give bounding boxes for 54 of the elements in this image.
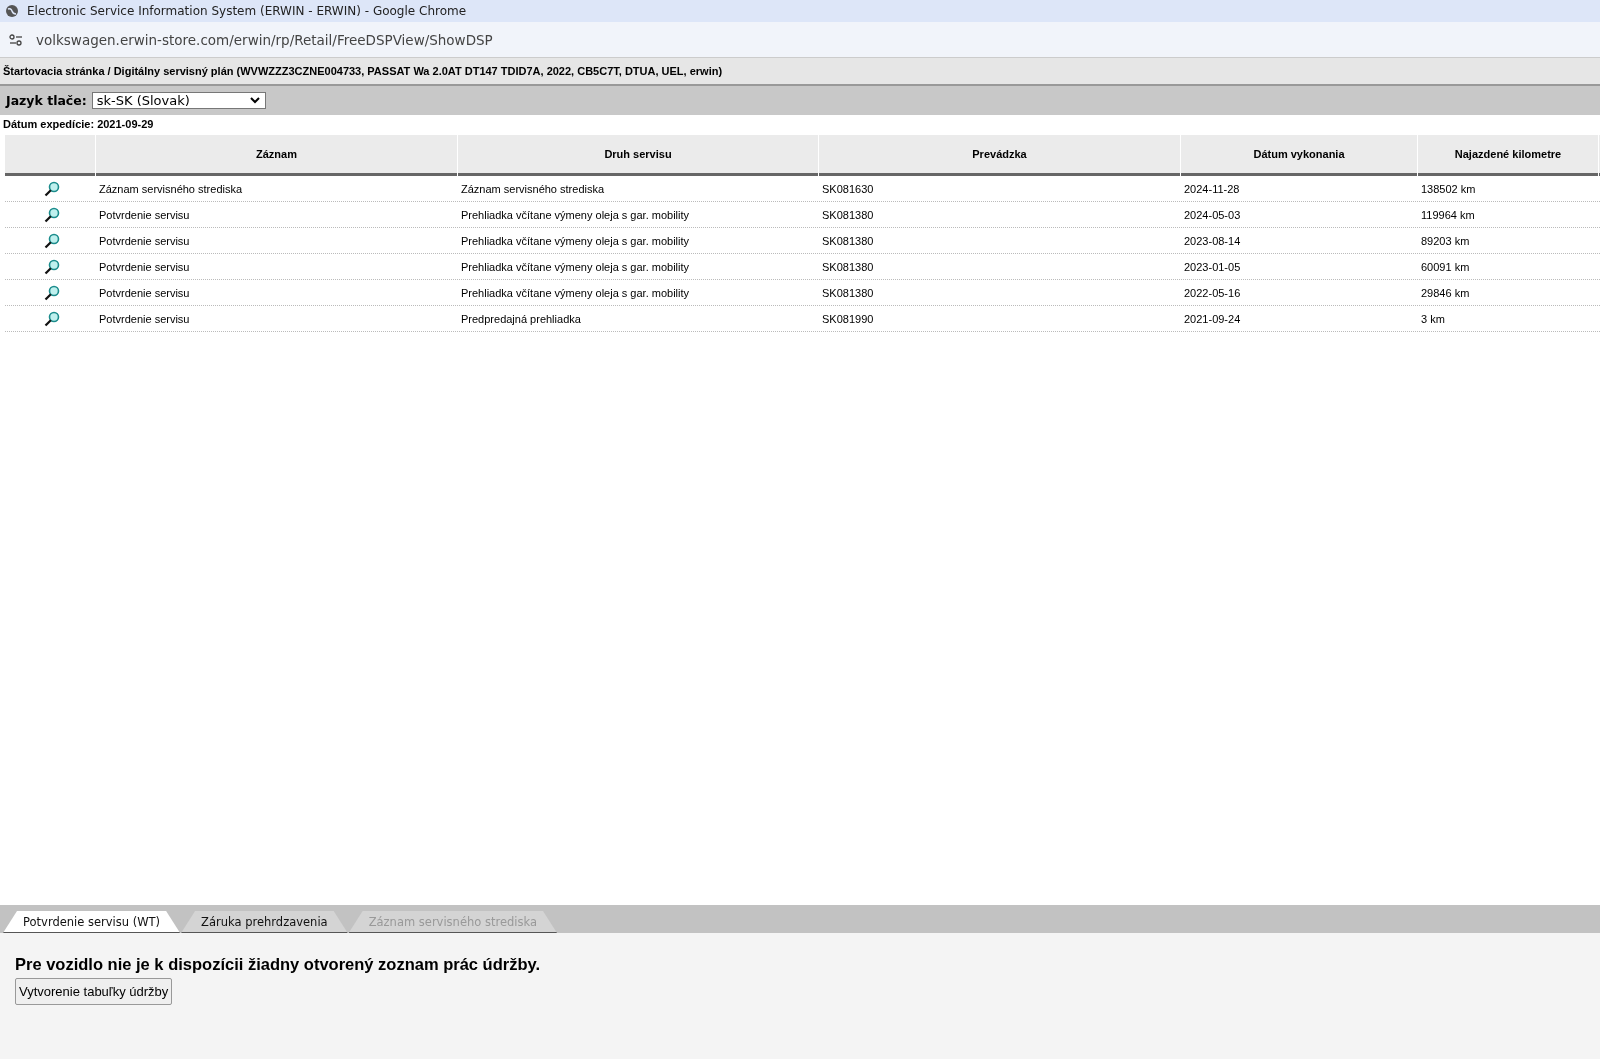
table-cell: 2023-01-05	[1184, 260, 1241, 273]
table-cell: Prehliadka včítane výmeny oleja s gar. mobility	[461, 286, 690, 299]
magnifier-icon[interactable]	[43, 284, 60, 301]
table-cell: Záznam servisného strediska	[99, 182, 243, 195]
table-cell: Potvrdenie servisu	[99, 312, 190, 325]
table-cell: 89203 km	[1421, 234, 1470, 247]
table-cell: Prehliadka včítane výmeny oleja s gar. mobility	[461, 208, 690, 221]
table-cell: 2023-08-14	[1184, 234, 1241, 247]
table-cell: SK081380	[822, 286, 874, 299]
magnifier-icon[interactable]	[43, 310, 60, 327]
table-cell: 3 km	[1421, 312, 1445, 325]
table-cell: 2021-09-24	[1184, 312, 1241, 325]
table-cell: Potvrdenie servisu	[99, 208, 190, 221]
create-maintenance-table-button[interactable]: Vytvorenie tabuľky údržby	[15, 978, 173, 1005]
table-cell: Prehliadka včítane výmeny oleja s gar. mobility	[461, 260, 690, 273]
magnifier-icon[interactable]	[43, 180, 60, 197]
tab[interactable]: Záruka prehrdzavenia	[181, 911, 348, 933]
table-cell: 60091 km	[1421, 260, 1470, 273]
url-field[interactable]: volkswagen.erwin-store.com/erwin/rp/Retail/FreeDSPView/ShowDSP	[36, 31, 493, 48]
language-dropdown[interactable]: sk-SK (Slovak)	[91, 92, 266, 109]
table-cell: Potvrdenie servisu	[99, 234, 190, 247]
caret-icon	[249, 97, 260, 104]
column-header: Záznam	[96, 135, 457, 176]
magnifier-icon[interactable]	[43, 206, 60, 223]
info-message: Pre vozidlo nie je k dispozícii žiadny otvorený zoznam prác údržby.	[15, 955, 542, 974]
column-header: Prevádzka	[819, 135, 1180, 176]
table-cell: 2022-05-16	[1184, 286, 1241, 299]
globe-icon	[5, 4, 19, 18]
table-cell: Prehliadka včítane výmeny oleja s gar. mobility	[461, 234, 690, 247]
table-cell: SK081380	[822, 234, 874, 247]
column-header: Najazdené kilometre	[1418, 135, 1598, 176]
table-cell: 2024-05-03	[1184, 208, 1241, 221]
print-language-label: Jazyk tlače:	[6, 93, 87, 108]
breadcrumb: Štartovacia stránka / Digitálny servisný plán (WVWZZZ3CZNE004733, PASSAT Wa 2.0AT DT147 TDID7A, 2022, CB5C7T, DTUA, UEL, erwin)	[3, 65, 723, 77]
table-cell: 29846 km	[1421, 286, 1470, 299]
column-header: Druh servisu	[458, 135, 818, 176]
magnifier-icon[interactable]	[43, 258, 60, 275]
table-cell: SK081380	[822, 208, 874, 221]
tab[interactable]: Potvrdenie servisu (WT)	[3, 911, 181, 933]
window-title: Electronic Service Information System (ERWIN - ERWIN) - Google Chrome	[27, 4, 467, 18]
table-cell: Predpredajná prehliadka	[461, 312, 581, 325]
dispatch-date: Dátum expedície: 2021-09-29	[2, 117, 155, 132]
table-cell: 138502 km	[1421, 182, 1476, 195]
table-cell: Potvrdenie servisu	[99, 286, 190, 299]
magnifier-icon[interactable]	[43, 232, 60, 249]
column-header: Dátum vykonania	[1181, 135, 1417, 176]
table-cell: Záznam servisného strediska	[461, 182, 605, 195]
table-cell: SK081380	[822, 260, 874, 273]
site-settings-icon[interactable]	[8, 32, 24, 47]
table-cell: SK081630	[822, 182, 874, 195]
table-cell: SK081990	[822, 312, 874, 325]
table-cell: Potvrdenie servisu	[99, 260, 190, 273]
table-cell: 2024-11-28	[1184, 182, 1240, 195]
table-cell: 119964 km	[1421, 208, 1475, 221]
